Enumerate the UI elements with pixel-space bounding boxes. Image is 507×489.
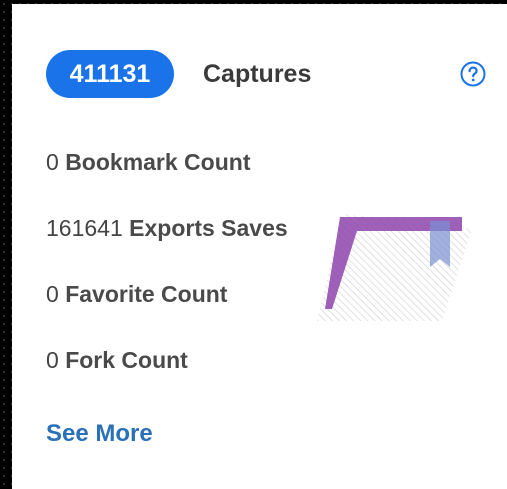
captures-count-badge: 411131 [46,50,174,98]
stat-value: 0 [46,281,59,307]
stat-value: 0 [46,149,59,175]
stat-label: Fork Count [65,347,188,373]
captures-card: 411131 Captures 0 Bookmark Count 161641 … [12,4,507,489]
stat-label: Exports Saves [129,215,288,241]
stat-value: 0 [46,347,59,373]
see-more-link[interactable]: See More [46,414,153,454]
stat-fork-count: 0 Fork Count [46,340,188,380]
stat-label: Favorite Count [65,281,228,307]
stat-label: Bookmark Count [65,149,251,175]
stat-bookmark-count: 0 Bookmark Count [46,142,250,182]
stat-exports-saves: 161641 Exports Saves [46,208,288,248]
bookmark-ribbon-icon [317,214,472,321]
stat-value: 161641 [46,215,123,241]
stat-favorite-count: 0 Favorite Count [46,274,227,314]
captures-label: Captures [203,60,312,88]
help-icon[interactable] [460,61,486,87]
captures-header: 411131 Captures [46,50,496,100]
